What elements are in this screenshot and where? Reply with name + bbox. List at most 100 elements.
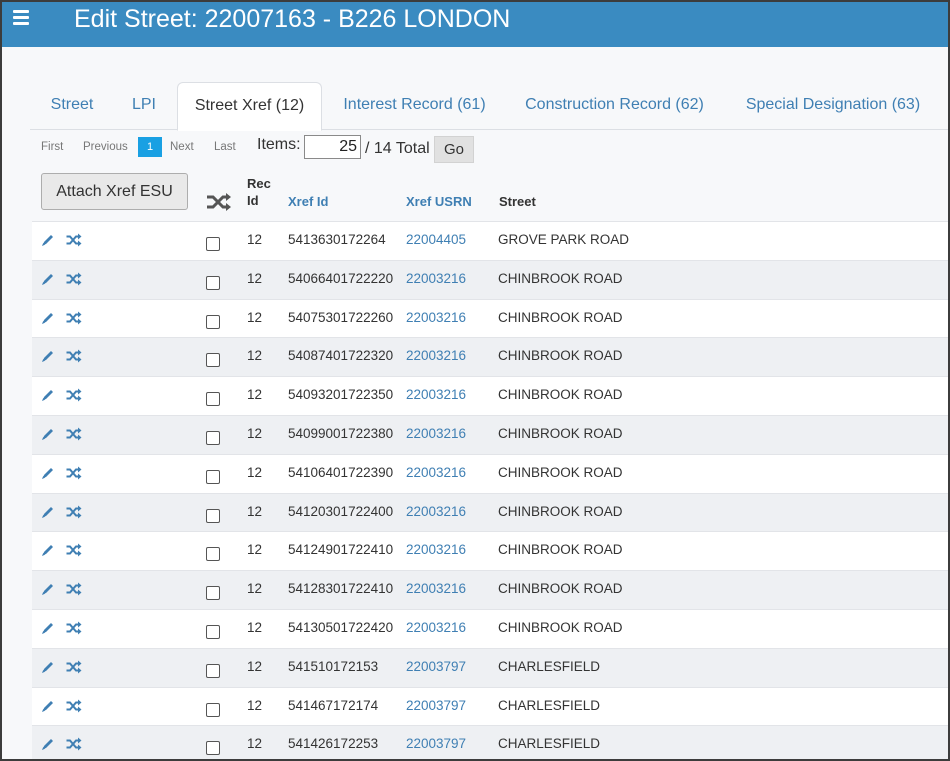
cell-rec-id: 12 xyxy=(247,503,263,519)
row-checkbox[interactable] xyxy=(206,392,220,407)
table-row: 12 54128301722410 22003216 CHINBROOK ROAD xyxy=(32,570,948,609)
pencil-icon[interactable] xyxy=(41,505,55,519)
cell-rec-id: 12 xyxy=(247,581,263,597)
tab-construction-record[interactable]: Construction Record (62) xyxy=(517,82,712,130)
cell-xref-id: 54087401722320 xyxy=(288,348,394,364)
cell-xref-usrn[interactable]: 22003797 xyxy=(406,736,466,751)
pencil-icon[interactable] xyxy=(41,737,55,751)
pager-previous[interactable]: Previous xyxy=(83,137,128,157)
shuffle-icon[interactable] xyxy=(66,699,82,713)
tab-street[interactable]: Street xyxy=(40,82,104,130)
cell-rec-id: 12 xyxy=(247,464,263,480)
row-checkbox[interactable] xyxy=(206,741,220,756)
cell-street: CHARLESFIELD xyxy=(498,697,601,713)
page-title: Edit Street: 22007163 - B226 LONDON xyxy=(74,5,511,33)
column-header-xref-id[interactable]: Xref Id xyxy=(288,194,328,209)
cell-xref-usrn[interactable]: 22003797 xyxy=(406,659,466,674)
row-checkbox[interactable] xyxy=(206,702,220,717)
pencil-icon[interactable] xyxy=(41,660,55,674)
cell-xref-usrn[interactable]: 22003216 xyxy=(406,348,466,363)
shuffle-icon[interactable] xyxy=(66,388,82,402)
shuffle-icon[interactable] xyxy=(66,272,82,286)
cell-xref-id: 54106401722390 xyxy=(288,464,394,480)
tab-special-designation[interactable]: Special Designation (63) xyxy=(736,82,930,130)
pencil-icon[interactable] xyxy=(41,466,55,480)
table-row: 12 54099001722380 22003216 CHINBROOK ROAD xyxy=(32,414,948,454)
shuffle-icon[interactable] xyxy=(66,543,82,557)
pencil-icon[interactable] xyxy=(41,621,55,635)
row-checkbox[interactable] xyxy=(206,624,220,639)
pager-first[interactable]: First xyxy=(41,137,63,157)
pencil-icon[interactable] xyxy=(41,582,55,596)
shuffle-icon[interactable] xyxy=(66,737,82,751)
pager-last[interactable]: Last xyxy=(214,137,236,157)
cell-xref-id: 54124901722410 xyxy=(288,542,394,558)
column-header-xref-usrn[interactable]: Xref USRN xyxy=(406,194,472,209)
cell-xref-usrn[interactable]: 22003216 xyxy=(406,310,466,325)
shuffle-icon[interactable] xyxy=(66,427,82,441)
tab-bar: Street LPI Street Xref (12) Interest Rec… xyxy=(30,82,948,131)
shuffle-icon[interactable] xyxy=(66,660,82,674)
row-checkbox[interactable] xyxy=(206,237,220,251)
pencil-icon[interactable] xyxy=(41,388,55,402)
tab-street-xref[interactable]: Street Xref (12) xyxy=(177,82,322,131)
go-button[interactable]: Go xyxy=(434,136,474,163)
cell-xref-usrn[interactable]: 22003216 xyxy=(406,387,466,402)
cell-xref-usrn[interactable]: 22003216 xyxy=(406,542,466,557)
pager-page-1[interactable]: 1 xyxy=(138,137,162,157)
cell-xref-usrn[interactable]: 22003216 xyxy=(406,271,466,286)
pencil-icon[interactable] xyxy=(41,699,55,713)
cell-xref-id: 54075301722260 xyxy=(288,309,394,325)
table-row: 12 54120301722400 22003216 CHINBROOK ROAD xyxy=(32,492,948,532)
row-checkbox[interactable] xyxy=(206,469,220,484)
pencil-icon[interactable] xyxy=(41,543,55,557)
shuffle-icon[interactable] xyxy=(206,192,232,212)
cell-xref-usrn[interactable]: 22004405 xyxy=(406,232,466,247)
cell-street: CHINBROOK ROAD xyxy=(498,270,623,286)
shuffle-icon[interactable] xyxy=(66,233,82,247)
shuffle-icon[interactable] xyxy=(66,466,82,480)
tab-lpi[interactable]: LPI xyxy=(122,82,166,130)
cell-xref-usrn[interactable]: 22003797 xyxy=(406,698,466,713)
pencil-icon[interactable] xyxy=(41,233,55,247)
shuffle-icon[interactable] xyxy=(66,349,82,363)
pencil-icon[interactable] xyxy=(41,427,55,441)
cell-rec-id: 12 xyxy=(247,697,263,713)
pencil-icon[interactable] xyxy=(41,311,55,325)
row-checkbox[interactable] xyxy=(206,353,220,368)
cell-xref-usrn[interactable]: 22003216 xyxy=(406,504,466,519)
row-checkbox[interactable] xyxy=(206,430,220,445)
xref-table: 12 5413630172264 22004405 GROVE PARK ROAD 12… xyxy=(32,221,948,759)
cell-xref-id: 54128301722410 xyxy=(288,581,394,597)
cell-xref-usrn[interactable]: 22003216 xyxy=(406,426,466,441)
pencil-icon[interactable] xyxy=(41,349,55,363)
column-header-id: Id xyxy=(247,193,259,208)
row-checkbox[interactable] xyxy=(206,508,220,523)
row-checkbox[interactable] xyxy=(206,586,220,601)
hamburger-menu-icon[interactable] xyxy=(13,10,29,26)
pencil-icon[interactable] xyxy=(41,272,55,286)
row-checkbox[interactable] xyxy=(206,547,220,562)
cell-xref-usrn[interactable]: 22003216 xyxy=(406,465,466,480)
shuffle-icon[interactable] xyxy=(66,582,82,596)
shuffle-icon[interactable] xyxy=(66,621,82,635)
shuffle-icon[interactable] xyxy=(66,311,82,325)
cell-xref-id: 541426172253 xyxy=(288,736,379,752)
cell-xref-usrn[interactable]: 22003216 xyxy=(406,620,466,635)
cell-xref-usrn[interactable]: 22003216 xyxy=(406,581,466,596)
cell-rec-id: 12 xyxy=(247,270,263,286)
table-row: 12 54106401722390 22003216 CHINBROOK ROAD xyxy=(32,453,948,493)
shuffle-icon[interactable] xyxy=(66,505,82,519)
row-checkbox[interactable] xyxy=(206,663,220,678)
cell-xref-id: 541510172153 xyxy=(288,658,379,674)
table-row: 12 54075301722260 22003216 CHINBROOK ROAD xyxy=(32,298,948,338)
pager-next[interactable]: Next xyxy=(170,137,194,157)
row-checkbox[interactable] xyxy=(206,275,220,290)
row-checkbox[interactable] xyxy=(206,314,220,329)
cell-street: CHARLESFIELD xyxy=(498,658,601,674)
tab-interest-record[interactable]: Interest Record (61) xyxy=(337,82,492,130)
table-row: 12 541426172253 22003797 CHARLESFIELD xyxy=(32,725,948,759)
cell-street: CHINBROOK ROAD xyxy=(498,387,623,403)
attach-xref-esu-button[interactable]: Attach Xref ESU xyxy=(41,173,188,210)
items-per-page-input[interactable] xyxy=(304,135,361,159)
